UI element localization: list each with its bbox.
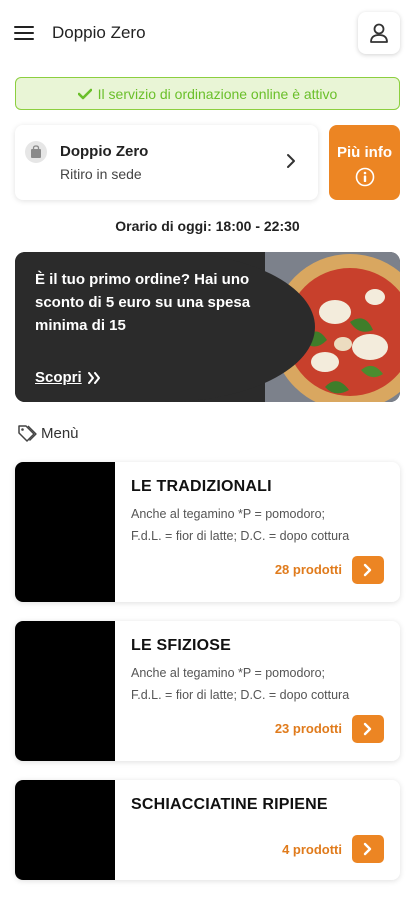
category-image (15, 462, 115, 602)
category-card-le-tradizionali[interactable]: LE TRADIZIONALI Anche al tegamino *P = p… (15, 462, 400, 602)
opening-hours: Orario di oggi: 18:00 - 22:30 (115, 218, 300, 234)
category-description-line: Anche al tegamino *P = pomodoro; (131, 507, 325, 521)
menu-heading: Menù (17, 424, 79, 442)
category-card-le-sfiziose[interactable]: LE SFIZIOSE Anche al tegamino *P = pomod… (15, 621, 400, 761)
service-status-text: Il servizio di ordinazione online è atti… (97, 85, 338, 102)
menu-heading-label: Menù (41, 424, 79, 442)
chevron-right-icon (363, 842, 372, 856)
category-product-count: 23 prodotti (274, 721, 342, 736)
chevron-right-icon (286, 153, 296, 174)
user-account-button[interactable] (358, 12, 400, 54)
more-info-label: Più info (337, 144, 392, 161)
store-selector[interactable]: Doppio Zero Ritiro in sede (15, 125, 318, 200)
category-description-line: Anche al tegamino *P = pomodoro; (131, 666, 325, 680)
tag-icon (17, 424, 37, 442)
info-icon (355, 167, 375, 192)
more-info-button[interactable]: Più info (329, 125, 400, 200)
category-title: SCHIACCIATINE RIPIENE (131, 796, 328, 813)
double-chevron-right-icon (87, 372, 100, 385)
promo-text: È il tuo primo ordine? Hai uno sconto di… (35, 271, 251, 334)
store-name: Doppio Zero (60, 143, 149, 160)
category-description-line: F.d.L. = fior di latte; D.C. = dopo cott… (131, 688, 350, 702)
category-open-button[interactable] (352, 835, 384, 863)
chevron-right-icon (363, 563, 372, 577)
hamburger-icon[interactable] (14, 24, 36, 42)
category-open-button[interactable] (352, 556, 384, 584)
chevron-right-icon (363, 722, 372, 736)
category-image (15, 621, 115, 761)
category-image (15, 780, 115, 880)
category-description: Anche al tegamino *P = pomodoro; F.d.L. … (131, 662, 391, 706)
promo-discover-link[interactable]: Scopri (35, 369, 102, 386)
app-title: Doppio Zero (52, 23, 146, 42)
category-card-schiacciatine-ripiene[interactable]: SCHIACCIATINE RIPIENE 4 prodotti (15, 780, 400, 880)
promo-banner[interactable]: È il tuo primo ordine? Hai uno sconto di… (15, 252, 400, 402)
check-icon (77, 88, 92, 100)
user-icon (370, 23, 388, 43)
promo-link-label: Scopri (35, 369, 82, 386)
category-open-button[interactable] (352, 715, 384, 743)
service-status-banner: Il servizio di ordinazione online è atti… (15, 77, 400, 110)
category-title: LE SFIZIOSE (131, 637, 231, 654)
category-product-count: 28 prodotti (274, 562, 342, 577)
store-bag-icon (25, 141, 47, 163)
category-product-count: 4 prodotti (282, 842, 342, 857)
app-header: Doppio Zero (0, 0, 415, 68)
category-title: LE TRADIZIONALI (131, 478, 272, 495)
category-description: Anche al tegamino *P = pomodoro; F.d.L. … (131, 503, 391, 547)
store-pickup-mode: Ritiro in sede (60, 166, 142, 182)
category-description-line: F.d.L. = fior di latte; D.C. = dopo cott… (131, 529, 350, 543)
